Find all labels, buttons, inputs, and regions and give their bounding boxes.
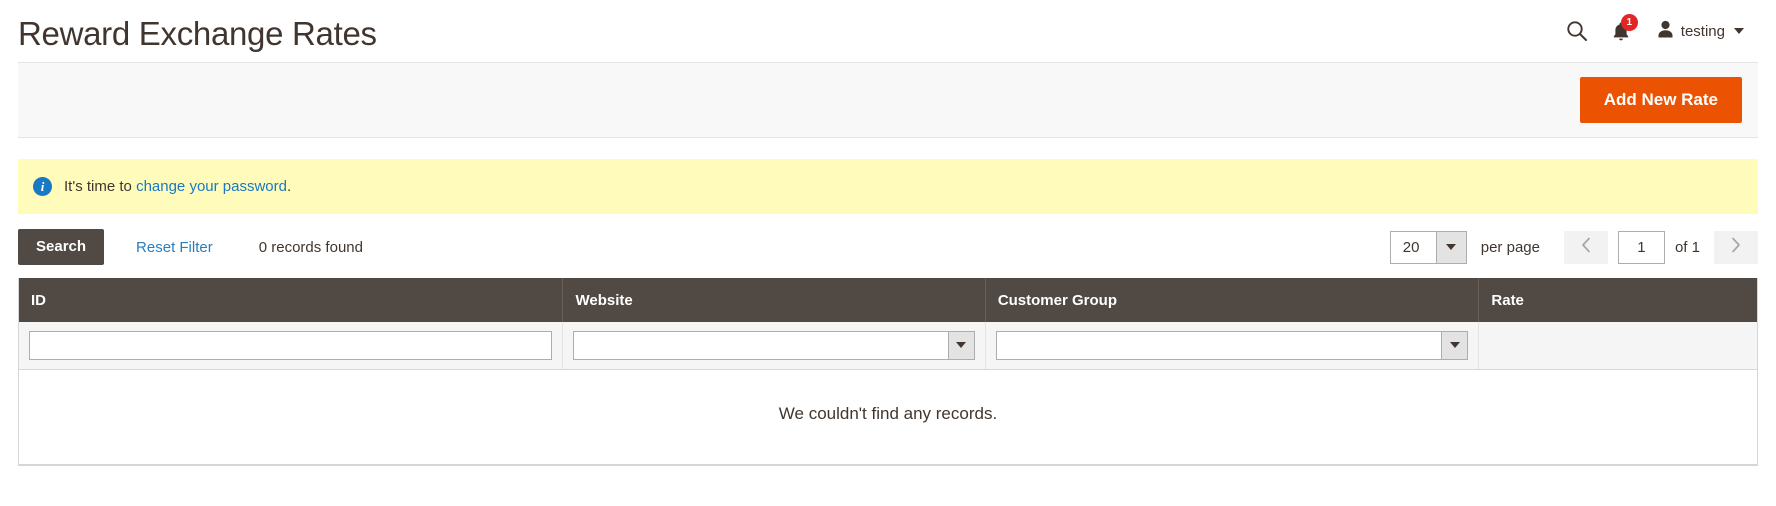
column-header-website[interactable]: Website <box>562 278 986 322</box>
previous-page-button[interactable] <box>1563 230 1608 264</box>
customer-group-filter-value <box>997 332 1442 359</box>
search-button[interactable] <box>1555 11 1599 51</box>
grid-toolbar: Search Reset Filter 0 records found 20 p… <box>18 214 1758 270</box>
notice-text: It's time to change your password. <box>64 178 291 195</box>
user-name-label: testing <box>1680 22 1725 40</box>
chevron-down-icon <box>1734 28 1744 34</box>
page-actions-bar: Add New Rate <box>18 62 1758 138</box>
rates-table: ID Website Customer Group Rate We couldn… <box>19 278 1757 465</box>
website-filter-value <box>574 332 947 359</box>
notifications-button[interactable]: 1 <box>1599 11 1643 51</box>
data-grid-container: ID Website Customer Group Rate We couldn… <box>18 278 1758 466</box>
filter-cell-website <box>562 322 986 370</box>
user-avatar-icon <box>1657 20 1674 43</box>
grid-toolbar-right: 20 per page of 1 <box>1389 230 1758 264</box>
messages-container: i It's time to change your password. <box>18 159 1758 214</box>
chevron-down-icon[interactable] <box>1435 231 1466 263</box>
user-menu[interactable]: testing <box>1655 16 1746 47</box>
header-tools: 1 testing <box>1555 11 1754 51</box>
grid-toolbar-left: Search Reset Filter 0 records found <box>18 228 363 266</box>
chevron-down-icon[interactable] <box>1441 331 1468 359</box>
table-header: ID Website Customer Group Rate <box>19 278 1757 322</box>
next-page-button[interactable] <box>1714 230 1758 264</box>
records-found-label: 0 records found <box>258 238 363 256</box>
notification-count-badge: 1 <box>1620 14 1638 31</box>
page-number-input[interactable] <box>1617 230 1665 264</box>
table-header-row: ID Website Customer Group Rate <box>19 278 1757 322</box>
chevron-down-glyph <box>956 342 967 349</box>
empty-state-message: We couldn't find any records. <box>19 369 1757 465</box>
per-page-value: 20 <box>1402 238 1420 256</box>
column-header-id[interactable]: ID <box>19 278 564 322</box>
add-new-rate-button[interactable]: Add New Rate <box>1579 76 1742 124</box>
total-pages-label: of 1 <box>1674 238 1700 256</box>
info-icon: i <box>33 177 52 196</box>
per-page-select[interactable]: 20 <box>1389 230 1467 264</box>
notice-text-after: . <box>287 178 292 195</box>
column-header-customer-group[interactable]: Customer Group <box>985 278 1480 322</box>
per-page-label: per page <box>1480 238 1540 256</box>
password-notice-message: i It's time to change your password. <box>18 159 1758 214</box>
table-body: We couldn't find any records. <box>19 322 1757 465</box>
page-title: Reward Exchange Rates <box>18 14 377 52</box>
customer-group-filter-select[interactable] <box>995 330 1469 360</box>
id-filter-input[interactable] <box>29 330 553 360</box>
reset-filter-link[interactable]: Reset Filter <box>136 239 213 256</box>
search-icon <box>1566 20 1588 42</box>
chevron-down-glyph <box>1449 342 1460 349</box>
chevron-right-icon <box>1731 237 1741 258</box>
notice-text-before: It's time to <box>64 178 132 195</box>
page-header: Reward Exchange Rates 1 testing <box>0 0 1776 62</box>
chevron-left-icon <box>1581 237 1591 258</box>
filter-cell-id <box>19 322 564 370</box>
filter-cell-customer-group <box>985 322 1480 370</box>
change-password-link[interactable]: change your password <box>136 178 287 195</box>
chevron-down-icon[interactable] <box>947 331 974 359</box>
empty-state-row: We couldn't find any records. <box>19 369 1757 465</box>
search-filter-button[interactable]: Search <box>18 228 105 266</box>
chevron-down-glyph <box>1446 244 1457 250</box>
filter-row <box>19 322 1757 370</box>
filter-cell-rate <box>1478 322 1757 370</box>
column-header-rate[interactable]: Rate <box>1478 278 1757 322</box>
website-filter-select[interactable] <box>573 330 975 360</box>
